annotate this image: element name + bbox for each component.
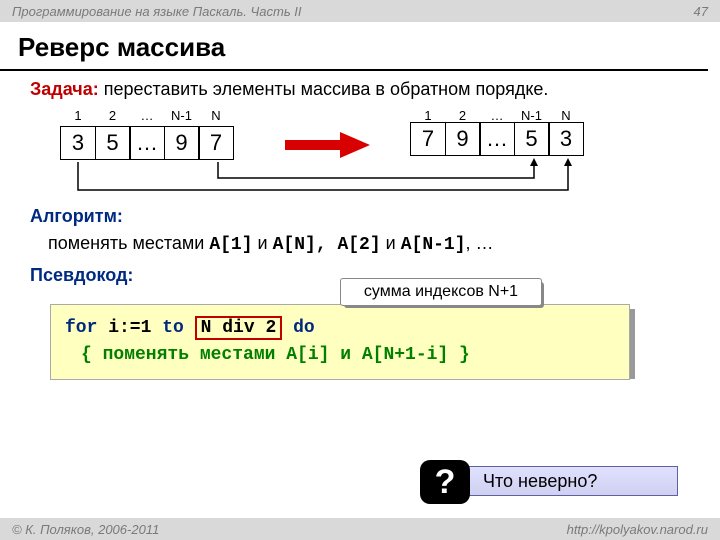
footer-copyright: © К. Поляков, 2006-2011 [12, 522, 159, 537]
algorithm-label: Алгоритм: [30, 206, 690, 227]
expr: A[2] [337, 235, 380, 255]
and: и [253, 233, 273, 253]
code-limit: N div 2 [195, 316, 283, 340]
page-number: 47 [694, 4, 708, 19]
footer-url: http://kpolyakov.narod.ru [567, 522, 708, 537]
idx: N-1 [514, 108, 550, 123]
header: Программирование на языке Паскаль. Часть… [0, 0, 720, 22]
idx: N [548, 108, 584, 123]
sep: , [316, 235, 338, 255]
idx: 1 [410, 108, 446, 123]
cell: 9 [164, 126, 200, 160]
expr: A[1] [209, 235, 252, 255]
footer: © К. Поляков, 2006-2011 http://kpolyakov… [0, 518, 720, 540]
cell: 9 [445, 122, 481, 156]
kw-do: do [282, 318, 314, 338]
idx: 2 [445, 108, 481, 123]
expr: A[N-1] [401, 235, 466, 255]
callout-text: сумма индексов N+1 [340, 278, 542, 306]
question-badge-icon: ? [420, 460, 470, 504]
idx: N [198, 108, 234, 123]
question: Что неверно? ? [420, 462, 680, 502]
arrays-diagram: 1 2 … N-1 N 3 5 … 9 7 1 2 … N-1 [30, 106, 690, 206]
question-text: Что неверно? [448, 466, 678, 496]
idx: 1 [60, 108, 96, 123]
task-line: Задача: переставить элементы массива в о… [30, 79, 690, 100]
task-label: Задача: [30, 79, 99, 99]
header-title: Программирование на языке Паскаль. Часть… [12, 4, 302, 19]
cell: 7 [410, 122, 446, 156]
idx: … [129, 108, 165, 123]
callout: сумма индексов N+1 [340, 278, 540, 306]
task-text: переставить элементы массива в обратном … [99, 79, 549, 99]
code-comment: { поменять местами A[i] и A[N+1-i] } [65, 342, 615, 369]
cell: 5 [514, 122, 550, 156]
tail: , … [466, 233, 494, 253]
result-array: 7 9 … 5 3 [410, 122, 584, 156]
kw-for: for [65, 318, 97, 338]
swap-text: поменять местами A[1] и A[N], A[2] и A[N… [48, 233, 690, 255]
code-box: for i:=1 to N div 2 do { поменять местам… [50, 304, 630, 380]
idx: … [479, 108, 515, 123]
cell: 3 [60, 126, 96, 160]
cell: 5 [95, 126, 131, 160]
cell: 7 [198, 126, 234, 160]
swap-prefix: поменять местами [48, 233, 209, 253]
expr: A[N] [273, 235, 316, 255]
kw-to: to [162, 318, 184, 338]
arrow-icon [285, 132, 375, 158]
cell: … [129, 126, 165, 160]
and: и [381, 233, 401, 253]
cell: 3 [548, 122, 584, 156]
code-range: i:=1 [97, 318, 162, 338]
source-array: 3 5 … 9 7 [60, 126, 234, 160]
swap-arrows-icon [60, 156, 600, 206]
cell: … [479, 122, 515, 156]
idx: 2 [95, 108, 131, 123]
idx: N-1 [164, 108, 200, 123]
page-title: Реверс массива [0, 22, 708, 71]
